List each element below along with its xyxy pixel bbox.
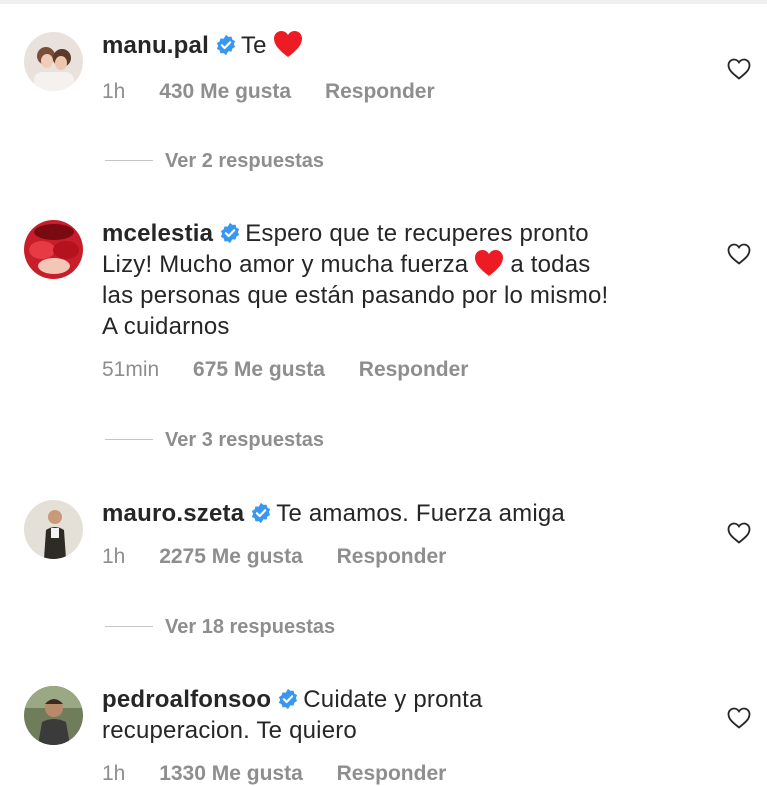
comment-meta: 51min 675 Me gusta Responder xyxy=(102,358,496,382)
username[interactable]: manu.pal xyxy=(102,32,209,59)
likes-count[interactable]: 1330 Me gusta xyxy=(159,762,303,785)
avatar[interactable] xyxy=(24,686,83,745)
view-replies-button[interactable]: Ver 2 respuestas xyxy=(105,150,324,173)
comment-text: A cuidarnos xyxy=(102,313,230,340)
comment-body: mauro.szeta Te amamos. Fuerza amiga xyxy=(102,498,682,529)
comment-time: 1h xyxy=(102,545,126,568)
verified-badge-icon xyxy=(216,34,236,56)
comment-meta: 1h 430 Me gusta Responder xyxy=(102,80,463,104)
heart-emoji-icon xyxy=(475,250,504,276)
comment-body: manu.pal Te xyxy=(102,30,682,61)
heart-outline-icon[interactable] xyxy=(727,707,751,729)
comment-time: 51min xyxy=(102,358,160,381)
username[interactable]: mcelestia xyxy=(102,220,213,247)
view-replies-label: Ver 3 respuestas xyxy=(165,429,324,451)
comment-meta: 1h 1330 Me gusta Responder xyxy=(102,762,474,786)
verified-badge-icon xyxy=(221,222,240,244)
username[interactable]: mauro.szeta xyxy=(102,500,244,527)
view-replies-label: Ver 18 respuestas xyxy=(165,616,336,638)
heart-outline-icon[interactable] xyxy=(727,522,751,544)
likes-count[interactable]: 430 Me gusta xyxy=(159,80,291,103)
avatar[interactable] xyxy=(24,500,83,559)
comment-text: las personas que están pasando por lo mi… xyxy=(102,282,609,309)
comment-text: Cuidate y pronta xyxy=(303,686,483,713)
username[interactable]: pedroalfonsoo xyxy=(102,686,271,713)
reply-button[interactable]: Responder xyxy=(359,358,469,381)
comment-text: Espero que te recuperes pronto xyxy=(245,220,589,247)
avatar[interactable] xyxy=(24,220,83,279)
top-divider xyxy=(0,0,767,4)
reply-button[interactable]: Responder xyxy=(325,80,435,103)
comment-time: 1h xyxy=(102,80,126,103)
avatar[interactable] xyxy=(24,32,83,91)
comment-text: recuperacion. Te quiero xyxy=(102,717,357,744)
verified-badge-icon xyxy=(252,502,271,524)
verified-badge-icon xyxy=(279,688,298,710)
comment-time: 1h xyxy=(102,762,126,785)
heart-outline-icon[interactable] xyxy=(727,58,751,80)
replies-line xyxy=(105,626,153,627)
replies-line xyxy=(105,160,153,161)
likes-count[interactable]: 2275 Me gusta xyxy=(159,545,303,568)
view-replies-button[interactable]: Ver 3 respuestas xyxy=(105,429,324,452)
view-replies-button[interactable]: Ver 18 respuestas xyxy=(105,616,335,639)
likes-count[interactable]: 675 Me gusta xyxy=(193,358,325,381)
heart-outline-icon[interactable] xyxy=(727,243,751,265)
comment-text: Te xyxy=(240,32,267,59)
reply-button[interactable]: Responder xyxy=(337,545,447,568)
heart-emoji-icon xyxy=(273,31,302,57)
comment-body: pedroalfonsoo Cuidate y pronta recuperaci… xyxy=(102,684,682,746)
comment-body: mcelestia Espero que te recuperes pronto … xyxy=(102,218,682,342)
comment-text: Te amamos. Fuerza amiga xyxy=(276,500,565,527)
comment-meta: 1h 2275 Me gusta Responder xyxy=(102,545,474,569)
reply-button[interactable]: Responder xyxy=(337,762,447,785)
comment-text: Lizy! Mucho amor y mucha fuerza xyxy=(102,251,469,278)
replies-line xyxy=(105,439,153,440)
comment-text: a todas xyxy=(510,251,591,278)
view-replies-label: Ver 2 respuestas xyxy=(165,150,324,172)
